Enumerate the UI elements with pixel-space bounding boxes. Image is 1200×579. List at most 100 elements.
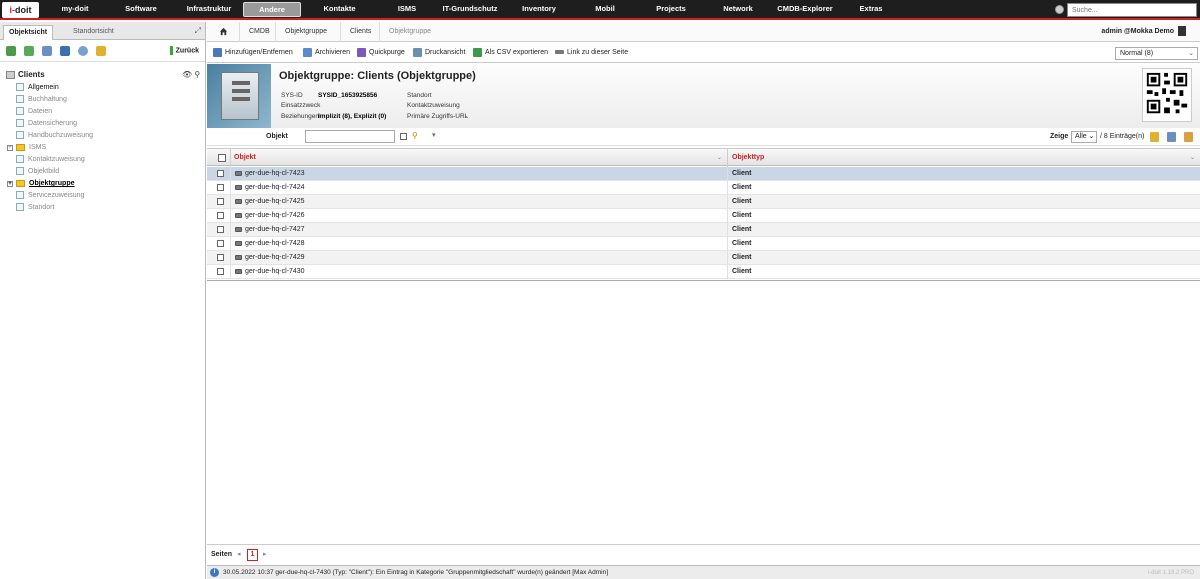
- nav-network[interactable]: Network: [712, 0, 764, 18]
- row-object-name[interactable]: ger-due-hq-cl-7427: [245, 223, 305, 237]
- row-object-name[interactable]: ger-due-hq-cl-7425: [245, 195, 305, 209]
- select-all-checkbox[interactable]: [218, 154, 226, 162]
- globe-small-icon[interactable]: [78, 46, 88, 56]
- home-icon[interactable]: [219, 27, 228, 36]
- prev-page-button[interactable]: ◂: [237, 545, 241, 565]
- row-object-name[interactable]: ger-due-hq-cl-7426: [245, 209, 305, 223]
- tree-item-dateien[interactable]: Dateien: [16, 106, 52, 118]
- object-image: [207, 64, 271, 130]
- nav-kontakte[interactable]: Kontakte: [312, 0, 367, 18]
- expand-toggle[interactable]: +: [7, 145, 13, 151]
- tree-item-kontaktzuweisung[interactable]: Kontaktzuweisung: [16, 154, 85, 166]
- nav-andere[interactable]: Andere: [243, 2, 301, 17]
- tree-item-datensicherung[interactable]: Datensicherung: [16, 118, 77, 130]
- row-object-name[interactable]: ger-due-hq-cl-7423: [245, 167, 305, 181]
- view-mode-select[interactable]: Normal (8) ⌄: [1115, 47, 1198, 60]
- breadcrumb-cmdb[interactable]: CMDB: [249, 22, 270, 42]
- tree-item-objektgruppe[interactable]: + Objektgruppe: [7, 178, 75, 190]
- row-checkbox[interactable]: [217, 170, 224, 177]
- object-filter-input[interactable]: [305, 130, 395, 143]
- table-row[interactable]: ger-due-hq-cl-7424 Client: [207, 181, 1200, 195]
- filter-checkbox[interactable]: [400, 133, 407, 140]
- nav-my-doit[interactable]: my-doit: [50, 0, 100, 18]
- tree-item-objektbild[interactable]: Objektbild: [16, 166, 59, 178]
- show-count-select[interactable]: Alle ⌄: [1071, 131, 1097, 143]
- column-header-object[interactable]: Objekt: [234, 149, 256, 167]
- search-input[interactable]: [1067, 3, 1197, 17]
- nav-infrastruktur[interactable]: Infrastruktur: [178, 0, 240, 18]
- row-checkbox[interactable]: [217, 184, 224, 191]
- tree-item-handbuchzuweisung[interactable]: Handbuchzuweisung: [16, 130, 93, 142]
- tree-view-icon[interactable]: [6, 46, 16, 56]
- table-row[interactable]: ger-due-hq-cl-7429 Client: [207, 251, 1200, 265]
- lock-icon[interactable]: [96, 46, 106, 56]
- row-object-name[interactable]: ger-due-hq-cl-7429: [245, 251, 305, 265]
- row-object-name[interactable]: ger-due-hq-cl-7430: [245, 265, 305, 279]
- relations-value: Implizit (8), Explizit (0): [318, 113, 387, 120]
- table-row[interactable]: ger-due-hq-cl-7423 Client: [207, 167, 1200, 181]
- table-row[interactable]: ger-due-hq-cl-7428 Client: [207, 237, 1200, 251]
- table-header: Objekt ⌄ Objekttyp ⌄: [207, 148, 1200, 167]
- link-to-page-button[interactable]: Link zu dieser Seite: [555, 43, 628, 63]
- breadcrumb-objektgruppe[interactable]: Objektgruppe: [285, 22, 327, 42]
- row-checkbox[interactable]: [217, 240, 224, 247]
- nav-projects[interactable]: Projects: [645, 0, 697, 18]
- page-number-current[interactable]: 1: [247, 549, 258, 561]
- pin-icon[interactable]: ⤢: [195, 26, 201, 36]
- i-doit-logo[interactable]: i-doit: [2, 2, 39, 18]
- breadcrumb-clients[interactable]: Clients: [350, 22, 371, 42]
- row-object-name[interactable]: ger-due-hq-cl-7424: [245, 181, 305, 195]
- row-checkbox[interactable]: [217, 226, 224, 233]
- nav-software[interactable]: Software: [115, 0, 167, 18]
- row-object-name[interactable]: ger-due-hq-cl-7428: [245, 237, 305, 251]
- row-checkbox[interactable]: [217, 254, 224, 261]
- csv-export-button[interactable]: Als CSV exportieren: [473, 43, 548, 63]
- back-button[interactable]: Zurück: [169, 46, 199, 55]
- next-page-button[interactable]: ▸: [263, 545, 267, 565]
- eye-icon[interactable]: 👁: [182, 70, 192, 79]
- nav-mobil[interactable]: Mobil: [580, 0, 630, 18]
- table-row[interactable]: ger-due-hq-cl-7425 Client: [207, 195, 1200, 209]
- globe-icon[interactable]: [1055, 5, 1064, 14]
- tree-view-icons[interactable]: 👁 ⚲: [182, 70, 200, 79]
- row-checkbox[interactable]: [217, 198, 224, 205]
- nav-inventory[interactable]: Inventory: [512, 0, 566, 18]
- tree-item-buchhaltung[interactable]: Buchhaltung: [16, 94, 67, 106]
- user-menu[interactable]: admin @Mokka Demo: [1101, 22, 1186, 42]
- columns-icon[interactable]: [1167, 132, 1176, 142]
- quickpurge-button[interactable]: Quickpurge: [357, 43, 405, 63]
- sort-icon[interactable]: ⌄: [717, 149, 722, 167]
- archive-button[interactable]: Archivieren: [303, 43, 350, 63]
- table-row[interactable]: ger-due-hq-cl-7430 Client: [207, 265, 1200, 279]
- nav-it-grundschutz[interactable]: IT-Grundschutz: [437, 0, 503, 18]
- list-icon[interactable]: [42, 46, 52, 56]
- monitor-icon[interactable]: [60, 46, 70, 56]
- tree-item-allgemein[interactable]: Allgemein: [16, 82, 59, 94]
- filter-dropdown-icon[interactable]: ▾: [432, 131, 436, 139]
- add-remove-button[interactable]: Hinzufügen/Entfernen: [213, 43, 293, 63]
- expand-toggle[interactable]: +: [7, 181, 13, 187]
- expand-icon[interactable]: [24, 46, 34, 56]
- tab-objektsicht[interactable]: Objektsicht: [3, 25, 54, 40]
- print-view-button[interactable]: Druckansicht: [413, 43, 465, 63]
- tree-item-servicezuweisung[interactable]: Servicezuweisung: [16, 190, 84, 202]
- nav-extras[interactable]: Extras: [847, 0, 895, 18]
- column-header-type[interactable]: Objekttyp: [732, 149, 764, 167]
- search-icon[interactable]: ⚲: [412, 131, 418, 140]
- tree-root[interactable]: Clients: [6, 70, 45, 79]
- table-row[interactable]: ger-due-hq-cl-7427 Client: [207, 223, 1200, 237]
- printer-icon: [413, 47, 422, 57]
- nav-cmdb-explorer[interactable]: CMDB-Explorer: [770, 0, 840, 18]
- sort-icon[interactable]: ⌄: [1190, 149, 1195, 167]
- tab-standortsicht[interactable]: Standortsicht: [68, 25, 119, 40]
- row-checkbox[interactable]: [217, 268, 224, 275]
- magnifier-icon[interactable]: ⚲: [194, 70, 200, 79]
- tree-item-standort[interactable]: Standort: [16, 202, 54, 214]
- table-row[interactable]: ger-due-hq-cl-7426 Client: [207, 209, 1200, 223]
- tree-item-isms[interactable]: + ISMS: [7, 142, 46, 154]
- nav-isms[interactable]: ISMS: [382, 0, 432, 18]
- qr-code-icon[interactable]: [1142, 68, 1192, 122]
- settings-icon[interactable]: [1184, 132, 1193, 142]
- row-checkbox[interactable]: [217, 212, 224, 219]
- export-icon[interactable]: [1150, 132, 1159, 142]
